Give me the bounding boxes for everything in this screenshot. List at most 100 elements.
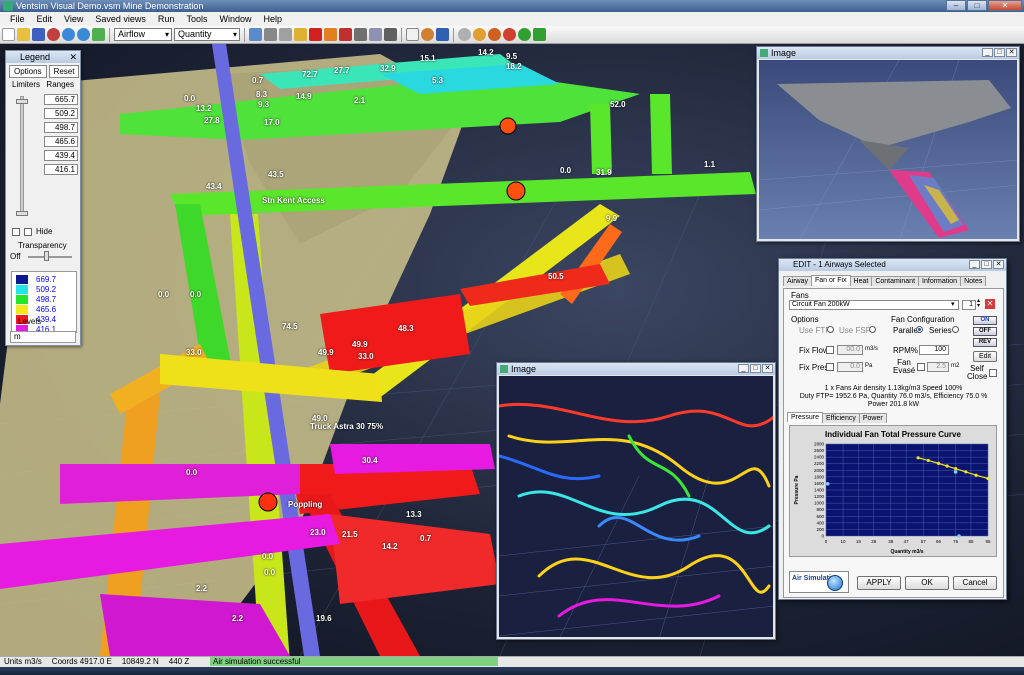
fix-press-checkbox[interactable] <box>826 363 834 371</box>
chart-tab-efficiency[interactable]: Efficiency <box>822 413 860 423</box>
maximize-icon[interactable]: □ <box>981 260 992 269</box>
menu-help[interactable]: Help <box>257 14 288 24</box>
limiter-slider[interactable] <box>20 96 24 216</box>
transparency-slider-knob[interactable] <box>44 251 49 261</box>
range-input[interactable]: 439.4 <box>44 150 78 161</box>
view-select[interactable]: Airflow <box>114 28 172 41</box>
fan-on-button[interactable]: ON <box>973 316 997 325</box>
back-icon[interactable] <box>62 28 75 41</box>
box-icon[interactable] <box>384 28 397 41</box>
legend-close-icon[interactable]: ✕ <box>69 51 77 63</box>
close-icon[interactable]: ✕ <box>1006 48 1017 57</box>
remove-fan-icon[interactable]: ✕ <box>985 299 995 309</box>
tab-fan-or-fix[interactable]: Fan or Fix <box>811 275 851 285</box>
menu-run[interactable]: Run <box>152 14 181 24</box>
menu-tools[interactable]: Tools <box>180 14 213 24</box>
tab-heat[interactable]: Heat <box>849 276 873 286</box>
edit-dialog-titlebar[interactable]: EDIT - 1 Airways Selected _ □ ✕ <box>779 259 1006 271</box>
delete-icon[interactable] <box>309 28 322 41</box>
fan-select-dropdown-icon[interactable]: ▾ <box>951 300 955 308</box>
move-icon[interactable] <box>324 28 337 41</box>
tab-notes[interactable]: Notes <box>960 276 987 286</box>
fix-flow-input[interactable]: 00.0 <box>837 345 863 355</box>
hide-checkbox-2[interactable] <box>24 227 32 236</box>
hide-checkbox-1[interactable] <box>12 227 20 236</box>
block-icon[interactable] <box>339 28 352 41</box>
fix-flow-checkbox[interactable] <box>826 346 834 354</box>
series-radio[interactable] <box>952 326 959 333</box>
fan-count-input[interactable]: 1 <box>962 300 976 310</box>
minimize-icon[interactable]: _ <box>969 260 980 269</box>
fan-marker[interactable] <box>258 492 278 512</box>
fan-evase-checkbox[interactable] <box>917 363 925 371</box>
maximize-icon[interactable]: □ <box>994 48 1005 57</box>
tab-contaminant[interactable]: Contaminant <box>871 276 920 286</box>
tab-information[interactable]: Information <box>918 276 962 286</box>
data-select[interactable]: Quantity <box>174 28 240 41</box>
link-icon[interactable] <box>369 28 382 41</box>
fan-select[interactable]: Circuit Fan 200kW <box>789 300 959 310</box>
minimize-icon[interactable]: _ <box>738 364 749 373</box>
dollar-icon[interactable] <box>533 28 546 41</box>
image-view-open-pit[interactable] <box>759 60 1017 239</box>
menu-saved-views[interactable]: Saved views <box>89 14 152 24</box>
new-file-icon[interactable] <box>2 28 15 41</box>
fan-rev-button[interactable]: REV <box>973 338 997 347</box>
fix-press-input[interactable]: 0.0 <box>837 362 863 372</box>
forward-icon[interactable] <box>77 28 90 41</box>
fire-icon[interactable] <box>436 28 449 41</box>
menu-window[interactable]: Window <box>213 14 257 24</box>
pencil-icon[interactable] <box>264 28 277 41</box>
simulate-gas-icon[interactable] <box>503 28 516 41</box>
chart-tab-pressure[interactable]: Pressure <box>787 412 824 422</box>
select-arrow-icon[interactable] <box>279 28 292 41</box>
minimize-button[interactable]: – <box>946 0 966 11</box>
document-icon[interactable] <box>406 28 419 41</box>
fan-icon[interactable] <box>421 28 434 41</box>
range-input[interactable]: 498.7 <box>44 122 78 133</box>
apply-button[interactable]: APPLY <box>857 576 901 590</box>
fan-count-stepper[interactable]: ▴ ▾ <box>977 298 980 309</box>
transparency-slider[interactable] <box>28 256 72 258</box>
close-button[interactable]: ✕ <box>988 0 1022 11</box>
maximize-button[interactable]: □ <box>967 0 987 11</box>
play-icon[interactable] <box>518 28 531 41</box>
range-input[interactable]: 665.7 <box>44 94 78 105</box>
open-folder-icon[interactable] <box>17 28 30 41</box>
fan-marker[interactable] <box>499 117 517 135</box>
fan-evase-input[interactable]: 2.5 <box>927 362 949 372</box>
gear-icon[interactable] <box>458 28 471 41</box>
use-fsp-radio[interactable] <box>869 326 876 333</box>
legend-options-button[interactable]: Options <box>9 65 47 78</box>
image-window-titlebar[interactable]: Image _ □ ✕ <box>757 47 1019 59</box>
image-window-titlebar[interactable]: Image _ □ ✕ <box>497 363 775 375</box>
zoom-icon[interactable] <box>249 28 262 41</box>
save-icon[interactable] <box>32 28 45 41</box>
use-ftp-radio[interactable] <box>827 326 834 333</box>
rpm-input[interactable]: 100 <box>919 345 949 355</box>
chart-tab-power[interactable]: Power <box>858 413 887 423</box>
menu-view[interactable]: View <box>58 14 89 24</box>
minimize-icon[interactable]: _ <box>982 48 993 57</box>
image-view-network[interactable] <box>499 376 773 637</box>
fan-off-button[interactable]: OFF <box>973 327 997 336</box>
range-input[interactable]: 509.2 <box>44 108 78 119</box>
check-icon[interactable] <box>92 28 105 41</box>
self-close-checkbox[interactable] <box>989 369 997 377</box>
air-simulation-button[interactable] <box>827 575 843 591</box>
close-icon[interactable]: ✕ <box>993 260 1004 269</box>
ok-button[interactable]: OK <box>905 576 949 590</box>
close-icon[interactable]: ✕ <box>762 364 773 373</box>
copy-icon[interactable] <box>354 28 367 41</box>
range-input[interactable]: 465.6 <box>44 136 78 147</box>
parallel-radio[interactable] <box>916 326 923 333</box>
menu-edit[interactable]: Edit <box>31 14 59 24</box>
simulate-heat-icon[interactable] <box>488 28 501 41</box>
stop-icon[interactable] <box>47 28 60 41</box>
maximize-icon[interactable]: □ <box>750 364 761 373</box>
legend-reset-button[interactable]: Reset <box>48 65 80 78</box>
tab-airway[interactable]: Airway <box>783 276 813 286</box>
limiter-slider-bottom-knob[interactable] <box>16 211 28 216</box>
menu-file[interactable]: File <box>4 14 31 24</box>
limiter-slider-top-knob[interactable] <box>16 99 28 104</box>
